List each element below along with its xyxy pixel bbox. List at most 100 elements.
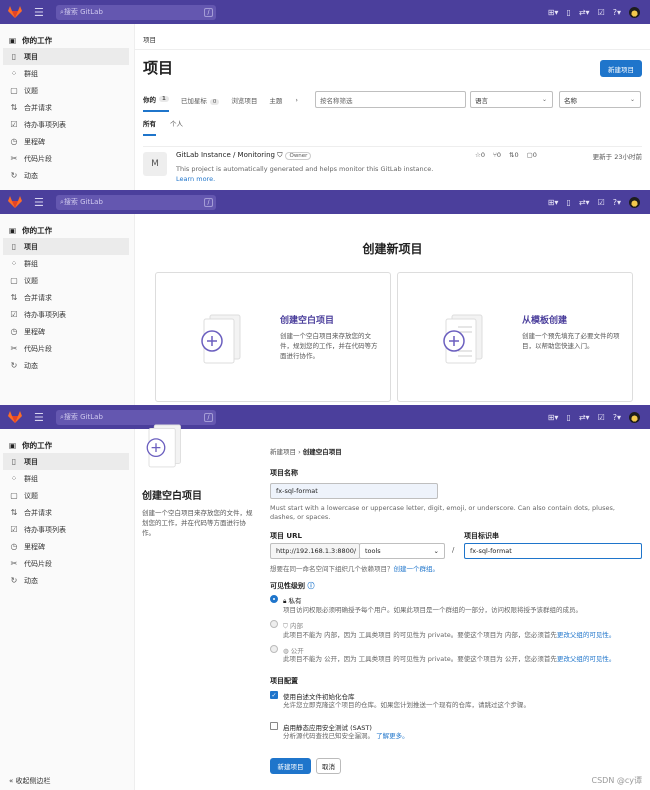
template-project-card[interactable]: 从模板创建 创建一个预先填充了必要文件的项目，以帮助您快速入门。 [397, 272, 633, 402]
sast-checkbox[interactable] [270, 722, 278, 730]
sort-select[interactable]: 名称 ⌄ [559, 91, 641, 108]
sidebar-item-issues[interactable]: ▢ 议题 [0, 487, 134, 504]
create-project-button[interactable]: 新建项目 [270, 758, 311, 774]
change-visibility-link[interactable]: 更改父组的可见性。 [557, 655, 616, 663]
create-group-link[interactable]: 创建一个群组。 [394, 565, 440, 573]
gitlab-logo-icon[interactable] [8, 6, 22, 18]
project-name-input[interactable]: fx-sql-format [270, 483, 438, 499]
sidebar-item-merge-requests[interactable]: ⇅ 合并请求 [0, 99, 134, 116]
shortcut-badge: / [204, 7, 213, 17]
sidebar-item-activity[interactable]: ↻ 动态 [0, 357, 134, 374]
scissors-icon: ✂ [10, 344, 18, 353]
chevron-right-icon[interactable]: › [295, 96, 298, 104]
merge-request-icon[interactable]: ⇄▾ [579, 198, 590, 207]
todo-icon[interactable]: ☑ [598, 8, 605, 17]
sidebar-item-milestones[interactable]: ◷ 里程碑 [0, 538, 134, 555]
sidebar-item-snippets[interactable]: ✂ 代码片段 [0, 150, 134, 167]
tab-topics[interactable]: 主题 [269, 95, 283, 105]
learn-more-link[interactable]: 了解更多。 [376, 732, 409, 740]
avatar[interactable] [629, 6, 640, 18]
url-prefix: http://192.168.1.3:8800/ [270, 543, 360, 559]
sidebar-item-issues[interactable]: ▢ 议题 [0, 82, 134, 99]
sidebar-item-activity[interactable]: ↻ 动态 [0, 572, 134, 589]
help-icon[interactable]: ?▾ [613, 198, 621, 207]
plus-icon[interactable]: ⊞▾ [548, 8, 559, 17]
fork-stat[interactable]: ⑂0 [493, 151, 501, 159]
sidebar-item-merge-requests[interactable]: ⇅ 合并请求 [0, 504, 134, 521]
project-tabs: 你的 1 已加星标 0 浏览项目 主题 › [143, 88, 298, 112]
sidebar-item-projects[interactable]: ▯ 项目 [3, 238, 129, 255]
shield-icon: ⛉ [283, 622, 290, 630]
menu-icon[interactable]: ☰ [34, 411, 46, 424]
blank-project-intro: 创建空白项目 创建一个空白项目来存放您的文件，规划您的工作，并在代码等方面进行协… [142, 421, 262, 538]
tab-yours[interactable]: 你的 1 [143, 88, 169, 112]
search-input[interactable]: ⌕ 搜索 GitLab / [56, 194, 216, 210]
sidebar-item-todos[interactable]: ☑ 待办事项列表 [0, 306, 134, 323]
collapse-sidebar-button[interactable]: « 收起侧边栏 [9, 776, 51, 786]
search-input[interactable]: ⌕ 搜索 GitLab / [56, 4, 216, 20]
sidebar-item-groups[interactable]: ⁘ 群组 [0, 470, 134, 487]
readme-checkbox[interactable]: ✓ [270, 691, 278, 699]
sidebar-item-todos[interactable]: ☑ 待办事项列表 [0, 116, 134, 133]
issue-stat[interactable]: ▢0 [527, 151, 537, 159]
visibility-private[interactable]: 🔒︎ 私有 项目访问权限必须明确授予每个用户。如果此项目是一个群组的一部分，访问权… [270, 595, 642, 615]
breadcrumb-parent[interactable]: 新建项目 [270, 448, 296, 456]
sidebar-item-snippets[interactable]: ✂ 代码片段 [0, 555, 134, 572]
change-visibility-link[interactable]: 更改父组的可见性。 [557, 631, 616, 639]
menu-icon[interactable]: ☰ [34, 196, 46, 209]
help-icon[interactable]: ⓘ [307, 582, 314, 590]
tab-starred[interactable]: 已加星标 0 [181, 95, 220, 105]
breadcrumb[interactable]: 项目 [135, 24, 650, 50]
plus-icon[interactable]: ⊞▾ [548, 198, 559, 207]
sidebar-item-groups[interactable]: ⁘ 群组 [0, 65, 134, 82]
chevron-down-icon: ⌄ [541, 96, 547, 103]
cancel-button[interactable]: 取消 [316, 758, 341, 774]
card-title: 从模板创建 [522, 316, 568, 326]
issues-icon[interactable]: ▯ [566, 8, 570, 17]
tab-explore[interactable]: 浏览项目 [231, 95, 257, 105]
sidebar-item-activity[interactable]: ↻ 动态 [0, 167, 134, 184]
project-name[interactable]: GitLab Instance / Monitoring [176, 151, 275, 159]
help-icon[interactable]: ?▾ [613, 8, 621, 17]
mr-stat[interactable]: ⇅0 [509, 151, 519, 159]
top-icons: ⊞▾ ▯ ⇄▾ ☑ ?▾ [548, 190, 640, 214]
sidebar-item-issues[interactable]: ▢ 议题 [0, 272, 134, 289]
briefcase-icon: ▣ [9, 440, 17, 450]
merge-request-icon[interactable]: ⇄▾ [579, 8, 590, 17]
private-radio[interactable] [270, 595, 278, 603]
tab-count: 1 [159, 96, 169, 102]
learn-more-link[interactable]: Learn more. [176, 175, 215, 183]
gitlab-logo-icon[interactable] [8, 411, 22, 423]
tab-personal[interactable]: 个人 [170, 118, 183, 136]
sidebar-item-projects[interactable]: ▯ 项目 [3, 453, 129, 470]
sidebar-item-projects[interactable]: ▯ 项目 [3, 48, 129, 65]
namespace-select[interactable]: tools ⌄ [359, 543, 445, 559]
menu-icon[interactable]: ☰ [34, 6, 46, 19]
project-row[interactable]: M GitLab Instance / Monitoring ⛉ Owner Th… [143, 146, 642, 186]
sidebar-item-todos[interactable]: ☑ 待办事项列表 [0, 521, 134, 538]
briefcase-icon: ▣ [9, 225, 17, 235]
internal-radio[interactable] [270, 620, 278, 628]
readme-option[interactable]: ✓ 使用自述文件初始化仓库 允许您立即克隆这个项目的仓库。如果您计划推送一个现有的… [270, 691, 642, 710]
sast-option[interactable]: 启用静态应用安全测试 (SAST) 分析源代码查找已知安全漏洞。 了解更多。 [270, 722, 642, 741]
todo-icon[interactable]: ☑ [598, 198, 605, 207]
project-slug-input[interactable]: fx-sql-format [464, 543, 642, 559]
sidebar-item-snippets[interactable]: ✂ 代码片段 [0, 340, 134, 357]
project-avatar[interactable]: M [143, 152, 167, 176]
sidebar: ▣ 你的工作 ▯ 项目 ⁘ 群组 ▢ 议题 ⇅ 合并请求 ☑ 待办事项列表 ◷ 里程碑 ✂ 代码… [0, 214, 135, 405]
filter-input[interactable]: 按名称筛选 [315, 91, 466, 108]
sidebar-item-groups[interactable]: ⁘ 群组 [0, 255, 134, 272]
issues-icon[interactable]: ▯ [566, 198, 570, 207]
project-name-label: 项目名称 [270, 469, 298, 477]
tab-all[interactable]: 所有 [143, 118, 156, 136]
new-project-button[interactable]: 新建项目 [600, 60, 642, 77]
public-radio[interactable] [270, 645, 278, 653]
blank-project-card[interactable]: 创建空白项目 创建一个空白项目来存放您的文件，规划您的工作，并在代码等方面进行协… [155, 272, 391, 402]
sidebar-item-milestones[interactable]: ◷ 里程碑 [0, 323, 134, 340]
gitlab-logo-icon[interactable] [8, 196, 22, 208]
star-stat[interactable]: ☆0 [475, 151, 485, 159]
language-select[interactable]: 语言 ⌄ [470, 91, 553, 108]
sidebar-item-merge-requests[interactable]: ⇅ 合并请求 [0, 289, 134, 306]
avatar[interactable] [629, 196, 640, 208]
sidebar-item-milestones[interactable]: ◷ 里程碑 [0, 133, 134, 150]
